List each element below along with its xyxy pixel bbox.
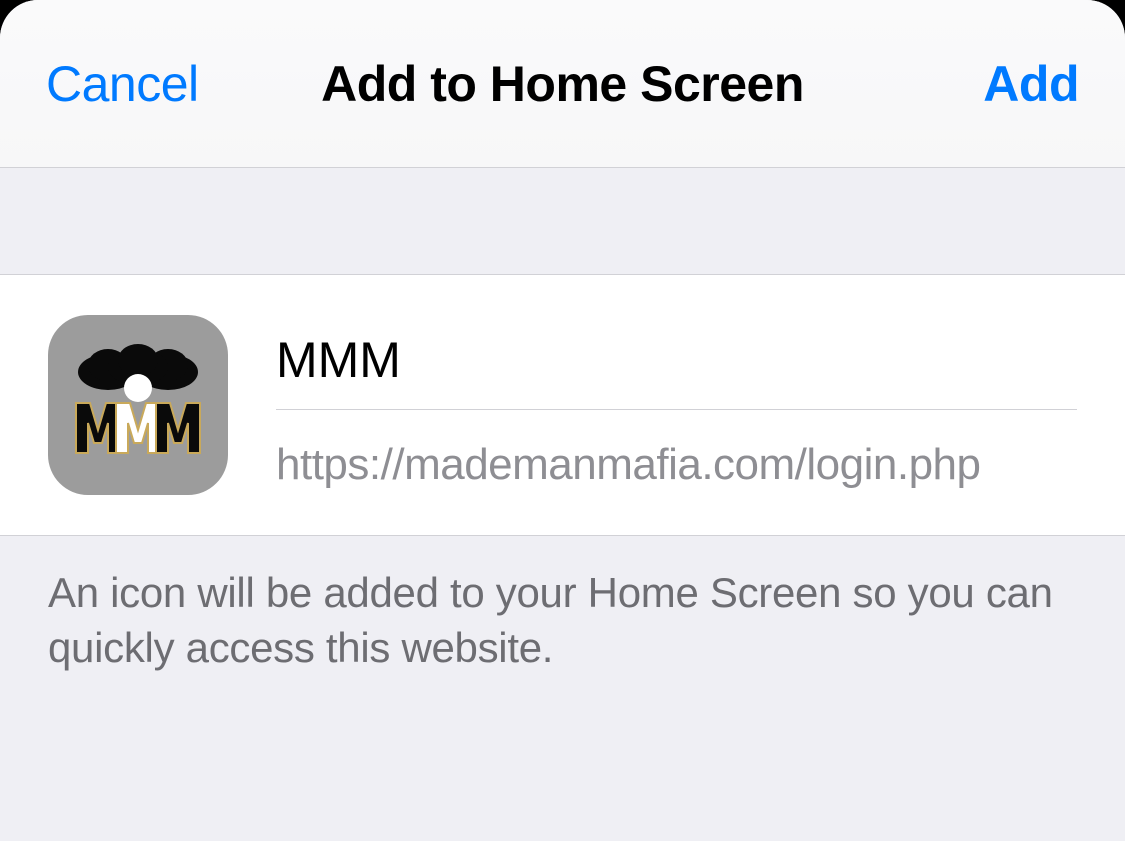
- app-icon: [48, 315, 228, 495]
- footer-description: An icon will be added to your Home Scree…: [0, 536, 1125, 705]
- bookmark-content-row: https://mademanmafia.com/login.php: [0, 274, 1125, 536]
- bookmark-url: https://mademanmafia.com/login.php: [276, 410, 1077, 490]
- add-button[interactable]: Add: [983, 55, 1079, 113]
- navigation-bar: Cancel Add to Home Screen Add: [0, 0, 1125, 168]
- cancel-button[interactable]: Cancel: [46, 55, 199, 113]
- bookmark-name-input[interactable]: [276, 321, 1077, 409]
